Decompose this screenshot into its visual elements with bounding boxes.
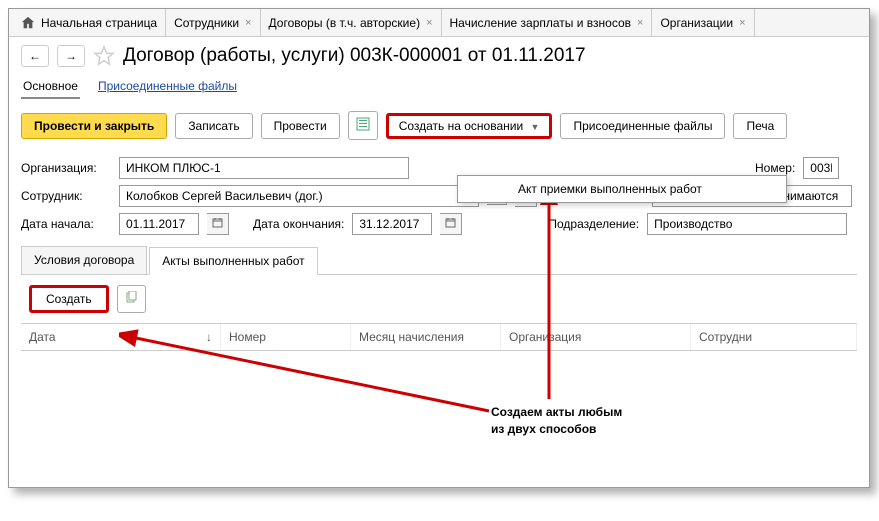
num-label: Номер: [755,161,795,175]
tab-label: Организации [660,16,733,30]
tab-contracts[interactable]: Договоры (в т.ч. авторские) × [261,9,442,36]
close-icon[interactable]: × [245,17,251,29]
th-date-label: Дата [29,330,56,344]
report-button[interactable] [348,111,378,140]
attached-files-button[interactable]: Присоединенные файлы [560,113,725,139]
tab-home-label: Начальная страница [41,16,157,30]
end-label: Дата окончания: [253,217,344,231]
start-date-input[interactable] [119,213,199,235]
copy-icon [125,291,138,304]
back-button[interactable]: ← [21,45,49,67]
page-title: Договор (работы, услуги) 003К-000001 от … [123,45,586,67]
annotation-line1: Создаем акты любым [491,404,622,421]
annotation-text: Создаем акты любым из двух способов [491,404,622,438]
table-header: Дата ↓ Номер Месяц начисления Организаци… [21,323,857,351]
close-icon[interactable]: × [637,17,643,29]
post-close-button[interactable]: Провести и закрыть [21,113,167,139]
tab-payroll[interactable]: Начисление зарплаты и взносов × [442,9,653,36]
th-number[interactable]: Номер [221,324,351,350]
start-label: Дата начала: [21,217,111,231]
print-button[interactable]: Печа [733,113,787,139]
star-icon[interactable] [93,45,115,67]
sort-arrow-icon: ↓ [206,330,212,344]
subtab-files[interactable]: Присоединенные файлы [96,75,239,99]
calendar-icon [445,217,456,228]
tab-label: Начисление зарплаты и взносов [450,16,632,30]
th-org[interactable]: Организация [501,324,691,350]
tab-conditions[interactable]: Условия договора [21,246,147,274]
tab-label: Договоры (в т.ч. авторские) [269,16,421,30]
dept-label: Подразделение: [548,217,639,231]
calendar-icon [212,217,223,228]
th-date[interactable]: Дата ↓ [21,324,221,350]
tab-home[interactable]: Начальная страница [13,9,166,36]
tab-acts[interactable]: Акты выполненных работ [149,247,317,275]
menu-item-act[interactable]: Акт приемки выполненных работ [458,176,786,202]
create-based-button[interactable]: Создать на основании ▼ [386,113,553,139]
subtabs: Основное Присоединенные файлы [9,75,869,99]
emp-label: Сотрудник: [21,189,111,203]
emp-input[interactable] [119,185,479,207]
home-icon [21,16,35,30]
inner-tabs: Условия договора Акты выполненных работ [21,246,857,275]
close-icon[interactable]: × [426,17,432,29]
forward-button[interactable]: → [57,45,85,67]
th-employee[interactable]: Сотрудни [691,324,857,350]
tab-bar: Начальная страница Сотрудники × Договоры… [9,9,869,37]
close-icon[interactable]: × [739,17,745,29]
subtab-main[interactable]: Основное [21,75,80,99]
tab-label: Сотрудники [174,16,239,30]
org-label: Организация: [21,161,111,175]
start-date-picker[interactable] [207,213,229,235]
tab-orgs[interactable]: Организации × [652,9,754,36]
copy-button[interactable] [117,285,146,313]
end-date-input[interactable] [352,213,432,235]
title-row: ← → Договор (работы, услуги) 003К-000001… [9,37,869,75]
org-input[interactable] [119,157,409,179]
end-date-picker[interactable] [440,213,462,235]
save-button[interactable]: Записать [175,113,252,139]
post-button[interactable]: Провести [261,113,340,139]
toolbar: Провести и закрыть Записать Провести Соз… [9,111,869,140]
create-based-label: Создать на основании [399,119,524,133]
report-icon [356,117,370,131]
inner-toolbar: Создать [9,275,869,323]
tab-employees[interactable]: Сотрудники × [166,9,260,36]
num-input[interactable] [803,157,839,179]
chevron-down-icon: ▼ [531,122,540,132]
row-dates: Дата начала: Дата окончания: Подразделен… [9,210,869,238]
dept-input[interactable] [647,213,847,235]
annotation-line2: из двух способов [491,421,622,438]
create-button[interactable]: Создать [29,285,109,313]
create-based-menu: Акт приемки выполненных работ [457,175,787,203]
th-month[interactable]: Месяц начисления [351,324,501,350]
